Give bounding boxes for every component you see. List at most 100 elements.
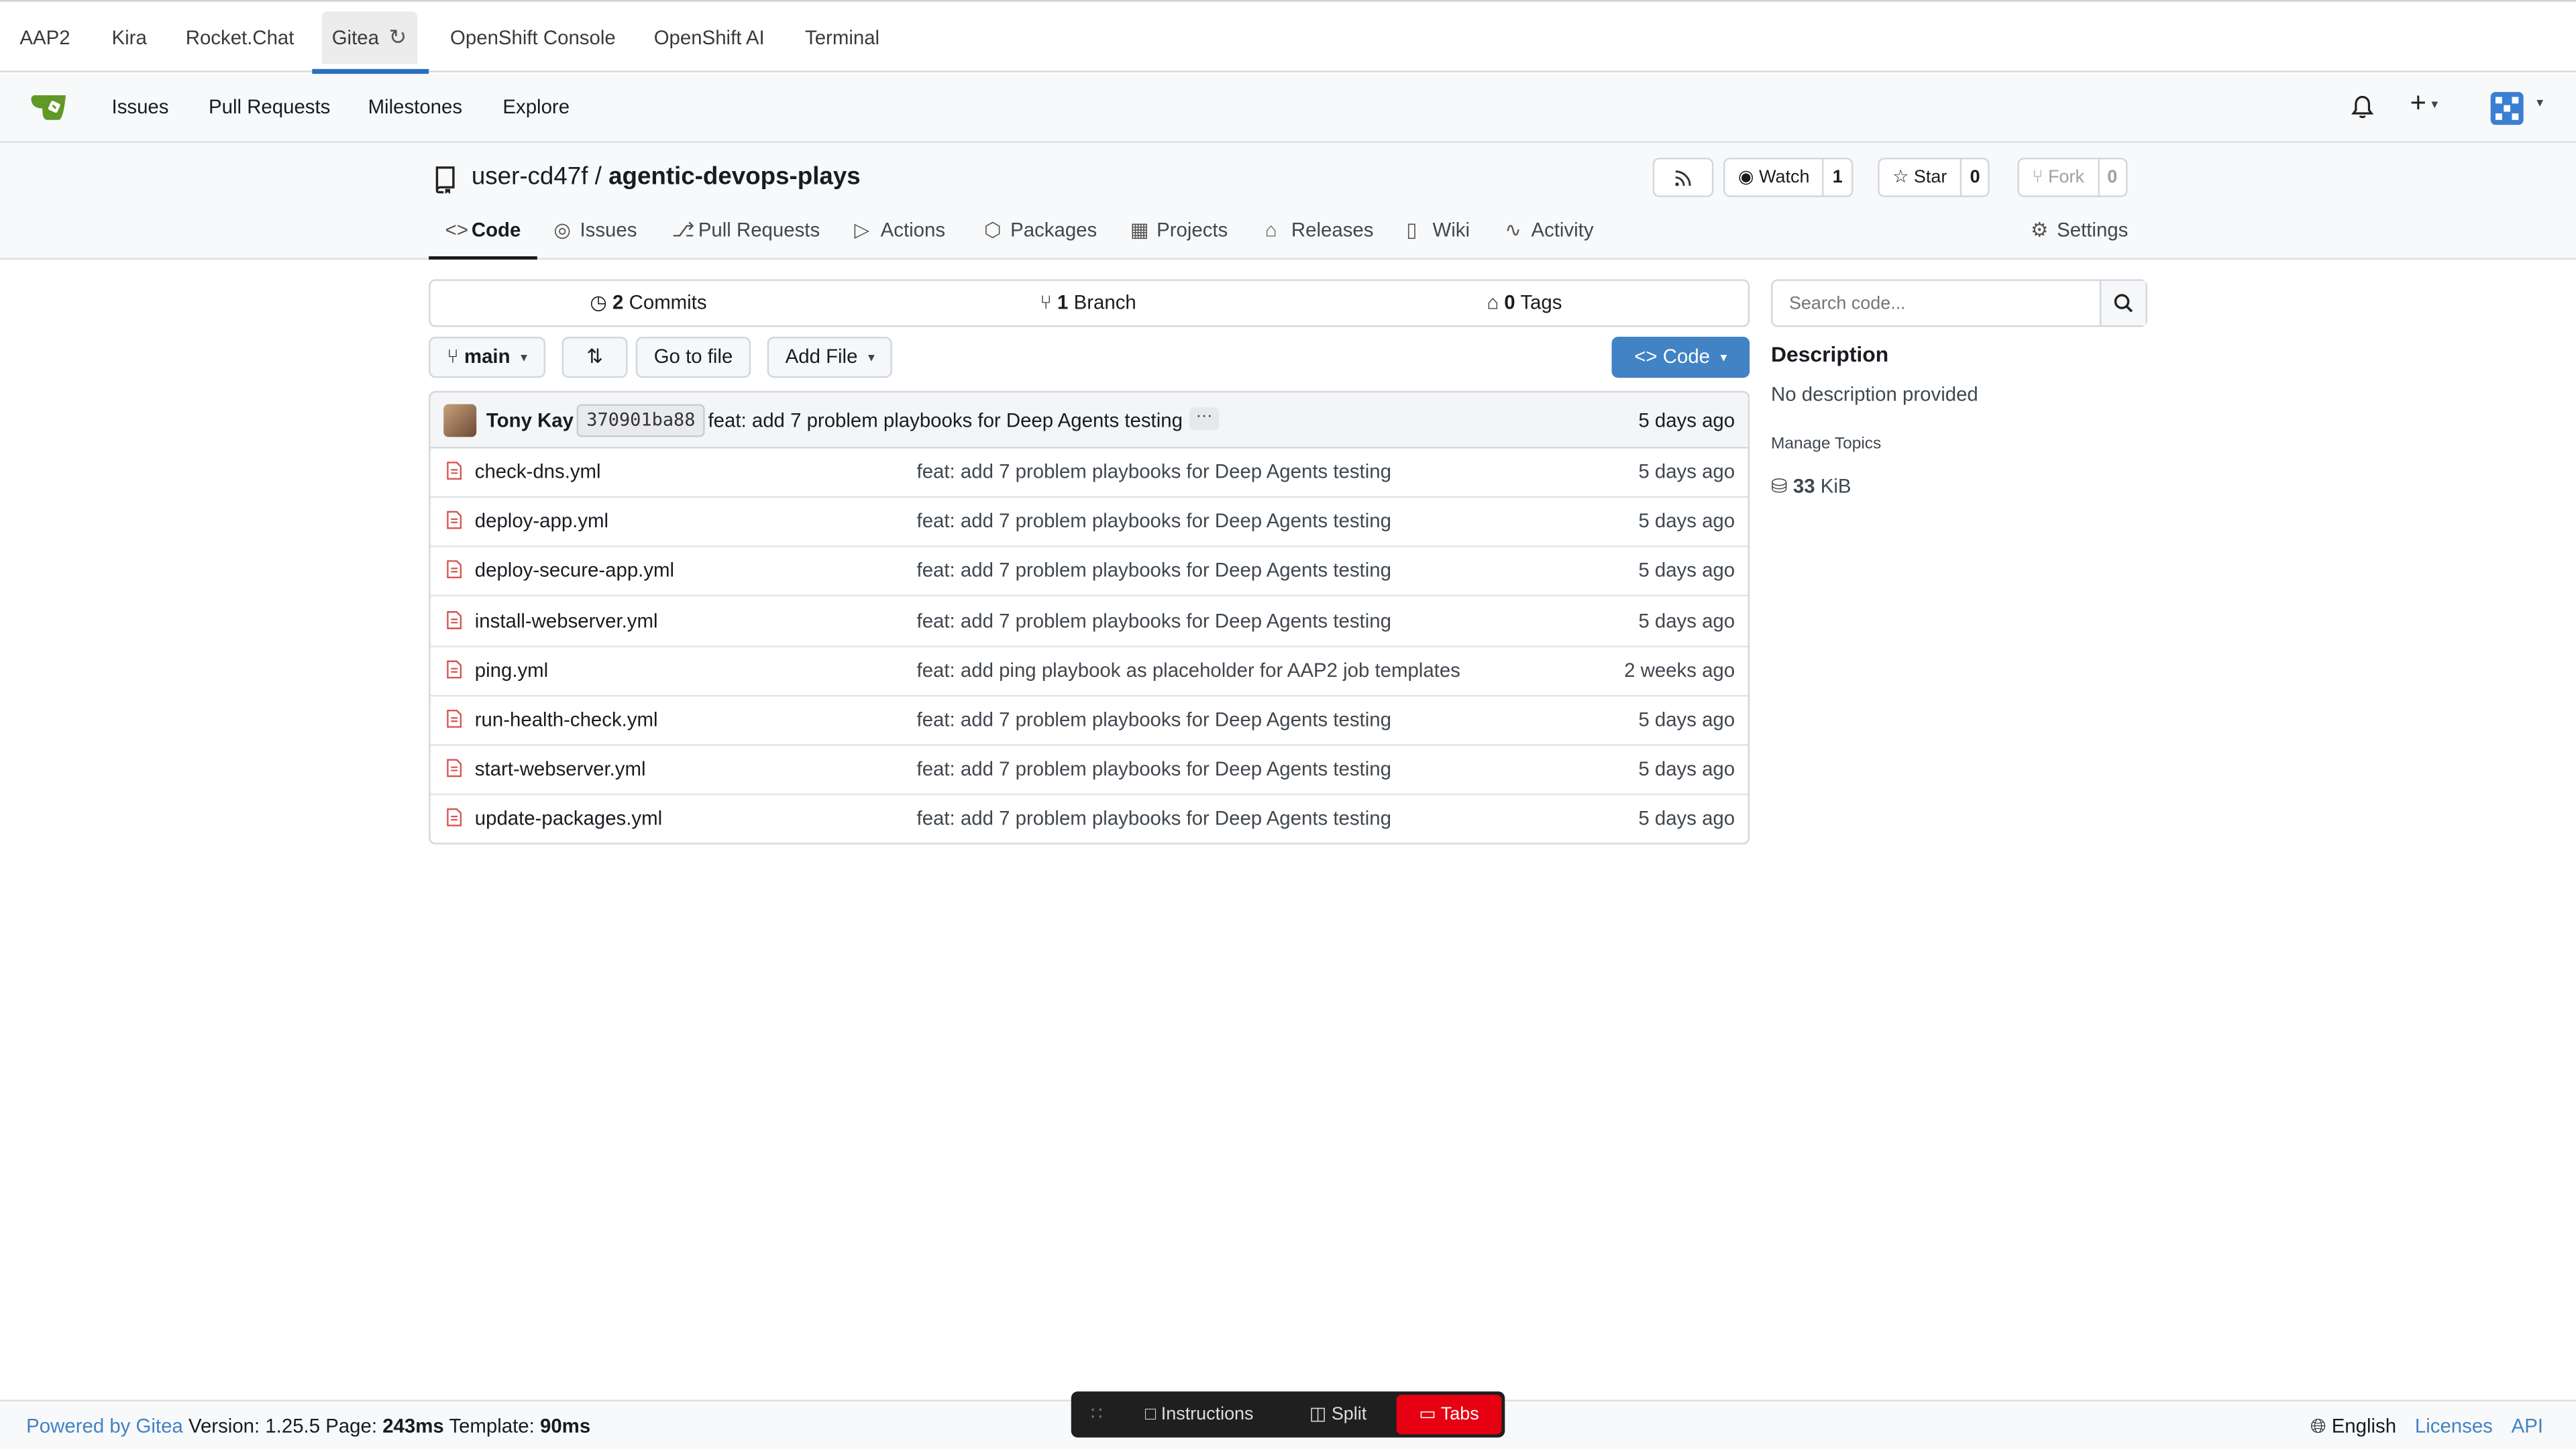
nav-pull-requests[interactable]: Pull Requests [209, 74, 330, 141]
file-commit-time: 5 days ago [1638, 559, 1735, 582]
notifications-bell-icon[interactable] [2349, 94, 2375, 120]
licenses-link[interactable]: Licenses [2415, 1415, 2493, 1438]
search-button[interactable] [2099, 280, 2146, 325]
clone-code-button[interactable]: <> Code ▾ [1611, 337, 1750, 378]
commits-link[interactable]: ◷ 2 Commits [590, 290, 706, 313]
search-input[interactable] [1772, 280, 2102, 325]
pull-request-icon: ⎇ [672, 218, 695, 242]
language-selector[interactable]: English [2332, 1415, 2396, 1438]
commit-message-link[interactable]: feat: add 7 problem playbooks for Deep A… [708, 409, 1183, 432]
star-button[interactable]: ☆ Star 0 [1878, 158, 1990, 197]
fork-button[interactable]: ⑂ Fork 0 [2017, 158, 2127, 197]
file-commit-message-link[interactable]: feat: add 7 problem playbooks for Deep A… [917, 757, 1391, 780]
tab-aap2[interactable]: AAP2 [10, 11, 80, 64]
file-name-link[interactable]: run-health-check.yml [475, 708, 658, 731]
instructions-button[interactable]: □ Instructions [1145, 1391, 1254, 1438]
file-commit-message-link[interactable]: feat: add 7 problem playbooks for Deep A… [917, 559, 1391, 582]
gitea-logo-icon[interactable] [30, 91, 72, 123]
document-icon: □ [1144, 1404, 1157, 1425]
manage-topics-link[interactable]: Manage Topics [1771, 435, 1881, 453]
tab-code[interactable]: <> Code [429, 209, 537, 260]
issue-icon: ◎ [553, 218, 571, 242]
watch-count[interactable]: 1 [1823, 159, 1851, 196]
app-tab-strip: AAP2 Kira Rocket.Chat Gitea ↻ OpenShift C… [0, 0, 2576, 74]
file-commit-message-link[interactable]: feat: add 7 problem playbooks for Deep A… [917, 460, 1391, 483]
branch-icon: ⑂ [1040, 290, 1052, 314]
create-new-plus-icon[interactable]: + ▾ [2410, 87, 2438, 120]
reload-icon[interactable]: ↻ [389, 11, 407, 64]
tab-kira[interactable]: Kira [102, 11, 157, 64]
split-button[interactable]: ◫ Split [1309, 1391, 1366, 1438]
compare-button[interactable]: ⇅ [561, 337, 628, 378]
commit-time: 5 days ago [1638, 409, 1735, 433]
file-commit-message-link[interactable]: feat: add 7 problem playbooks for Deep A… [917, 708, 1391, 731]
tab-actions[interactable]: ▷ Actions [854, 209, 945, 256]
chevron-down-icon: ▾ [1720, 350, 1727, 366]
repo-owner-link[interactable]: user-cd47f [472, 162, 588, 191]
file-icon [447, 462, 462, 480]
file-commit-message-link[interactable]: feat: add 7 problem playbooks for Deep A… [917, 510, 1391, 533]
commit-author-link[interactable]: Tony Kay [486, 409, 574, 432]
user-avatar[interactable] [2490, 92, 2524, 125]
branch-selector[interactable]: ⑂ main ▾ [429, 337, 545, 378]
branches-link[interactable]: ⑂ 1 Branch [1040, 290, 1136, 313]
avatar[interactable] [443, 404, 477, 437]
repo-summary-bar: ◷ 2 Commits ⑂ 1 Branch ⌂ 0 Tags [429, 279, 1750, 327]
star-icon: ☆ [1892, 167, 1909, 188]
file-name-link[interactable]: deploy-secure-app.yml [475, 559, 674, 582]
file-name-link[interactable]: ping.yml [475, 659, 548, 682]
book-icon: ▯ [1406, 218, 1417, 242]
go-to-file-button[interactable]: Go to file [635, 337, 751, 378]
project-board-icon: ▦ [1130, 218, 1149, 242]
footer-version-info: Powered by Gitea Version: 1.25.5 Page: 2… [26, 1414, 591, 1438]
file-name-link[interactable]: deploy-app.yml [475, 510, 608, 533]
tab-openshift-console[interactable]: OpenShift Console [440, 11, 625, 64]
tab-projects[interactable]: ▦ Projects [1130, 209, 1228, 256]
file-row: run-health-check.yml feat: add 7 problem … [430, 695, 1748, 746]
tab-pull-requests[interactable]: ⎇ Pull Requests [672, 209, 820, 256]
user-menu-chevron-icon[interactable]: ▾ [2536, 95, 2543, 110]
api-link[interactable]: API [2512, 1415, 2543, 1438]
file-name-link[interactable]: check-dns.yml [475, 460, 601, 483]
tab-issues[interactable]: ◎ Issues [553, 209, 637, 256]
nav-explore[interactable]: Explore [502, 74, 570, 141]
file-commit-message-link[interactable]: feat: add 7 problem playbooks for Deep A… [917, 609, 1391, 632]
tab-settings[interactable]: ⚙ Settings [2031, 209, 2128, 256]
tag-icon: ⌂ [1265, 218, 1277, 242]
commit-sha-link[interactable]: 370901ba88 [576, 404, 706, 437]
tab-openshift-ai[interactable]: OpenShift AI [644, 11, 774, 64]
repo-title-separator: / [594, 162, 602, 191]
tags-link[interactable]: ⌂ 0 Tags [1487, 290, 1562, 313]
tab-rocket-chat[interactable]: Rocket.Chat [176, 11, 304, 64]
description-text: No description provided [1771, 382, 1978, 406]
nav-milestones[interactable]: Milestones [368, 74, 462, 141]
tab-activity[interactable]: ∿ Activity [1505, 209, 1593, 256]
tab-releases[interactable]: ⌂ Releases [1265, 209, 1374, 256]
latest-commit-row: Tony Kay 370901ba88 feat: add 7 problem … [430, 392, 1748, 449]
drag-handle-icon[interactable]: ∷ [1091, 1391, 1102, 1438]
file-commit-message-link[interactable]: feat: add ping playbook as placeholder f… [917, 659, 1460, 682]
tab-packages[interactable]: ⬡ Packages [984, 209, 1097, 256]
file-name-link[interactable]: start-webserver.yml [475, 757, 646, 780]
branch-icon: ⑂ [447, 345, 459, 368]
watch-button[interactable]: ◉ Watch 1 [1723, 158, 1853, 197]
nav-issues[interactable]: Issues [112, 74, 169, 141]
star-count[interactable]: 0 [1960, 159, 1988, 196]
file-name-link[interactable]: install-webserver.yml [475, 609, 658, 632]
file-commit-message-link[interactable]: feat: add 7 problem playbooks for Deep A… [917, 807, 1391, 830]
repo-header: user-cd47f / agentic-devops-plays ◉ Watc… [0, 143, 2576, 260]
file-commit-time: 5 days ago [1638, 807, 1735, 830]
tab-wiki[interactable]: ▯ Wiki [1406, 209, 1470, 256]
add-file-button[interactable]: Add File ▾ [767, 337, 893, 378]
repo-size[interactable]: ⛁ 33 KiB [1771, 475, 1851, 498]
tab-terminal[interactable]: Terminal [795, 11, 889, 64]
commit-expand-button[interactable]: ··· [1189, 407, 1220, 431]
tab-gitea[interactable]: Gitea ↻ [322, 11, 417, 64]
powered-by-link[interactable]: Powered by Gitea [26, 1415, 183, 1438]
file-name-link[interactable]: update-packages.yml [475, 807, 662, 830]
rss-feed-button[interactable] [1652, 158, 1714, 197]
tabs-button[interactable]: ▭ Tabs [1396, 1395, 1502, 1434]
play-icon: ▷ [854, 218, 870, 242]
fork-count[interactable]: 0 [2097, 159, 2126, 196]
repo-name-link[interactable]: agentic-devops-plays [608, 162, 861, 191]
